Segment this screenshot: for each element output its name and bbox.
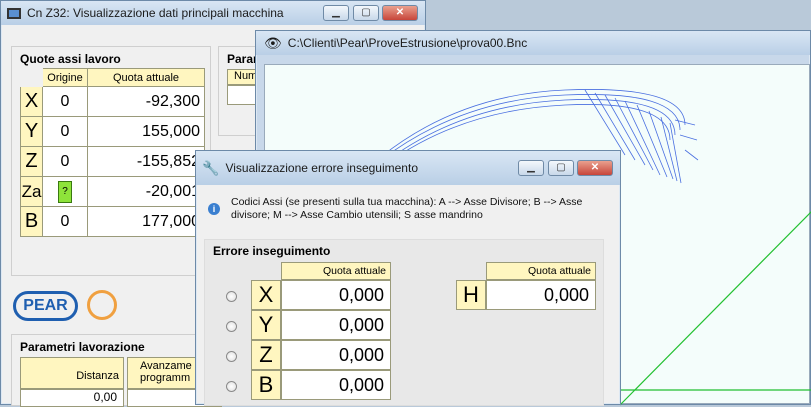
col-origine: Origine — [42, 68, 88, 87]
main-window-title: Cn Z32: Visualizzazione dati principali … — [27, 6, 284, 20]
orange-logo-icon — [87, 290, 117, 320]
origine-value: 0 — [42, 116, 88, 147]
errore-value: 0,000 — [281, 370, 391, 400]
quote-table: Origine Quota attuale X 0 -92,300 Y 0 15… — [20, 68, 205, 237]
close-button[interactable]: ✕ — [382, 5, 418, 21]
errore-window-title: Visualizzazione errore inseguimento — [225, 161, 418, 175]
errore-panel: Errore inseguimento Quota attuale X 0,00… — [204, 239, 604, 406]
quota-value: 177,000 — [87, 206, 205, 237]
axis-x-radio[interactable] — [226, 291, 237, 302]
errore-value: 0,000 — [281, 280, 391, 310]
axis-label: X — [251, 280, 281, 310]
axis-label: Y — [20, 116, 43, 147]
quote-section-title: Quote assi lavoro — [20, 52, 121, 66]
axis-h-value: 0,000 — [486, 280, 596, 310]
errore-value: 0,000 — [281, 310, 391, 340]
errore-window: 🔧 Visualizzazione errore inseguimento ▁ … — [195, 150, 621, 406]
parametri-section-title: Parametri lavorazione — [20, 340, 145, 354]
quota-value: 155,000 — [87, 116, 205, 147]
bnc-window-titlebar[interactable]: 👁 C:\Clienti\Pear\ProveEstrusione\prova0… — [256, 31, 810, 55]
quota-value: -92,300 — [87, 86, 205, 117]
bnc-window-title: C:\Clienti\Pear\ProveEstrusione\prova00.… — [287, 36, 528, 50]
col-quota-attuale: Quota attuale — [281, 262, 391, 280]
wrench-icon: 🔧 — [202, 159, 220, 176]
errore-close-button[interactable]: ✕ — [577, 160, 613, 176]
axis-label: Z — [20, 146, 43, 177]
quota-value: -155,852 — [87, 146, 205, 177]
origine-unknown-button[interactable]: ? — [58, 180, 72, 203]
errore-value: 0,000 — [281, 340, 391, 370]
pear-logo: PEAR — [13, 291, 78, 321]
quota-value: -20,001 — [87, 176, 205, 207]
axis-label: B — [20, 206, 43, 237]
origine-value: 0 — [42, 146, 88, 177]
col-distanza: Distanza — [20, 357, 124, 389]
origine-value: 0 — [42, 206, 88, 237]
h-col-quota-attuale: Quota attuale — [486, 262, 596, 280]
axis-label: B — [251, 370, 281, 400]
axis-label: Y — [251, 310, 281, 340]
axis-label: Z — [251, 340, 281, 370]
monitor-icon — [7, 7, 21, 19]
info-text: Codici Assi (se presenti sulla tua macch… — [231, 196, 583, 221]
axis-label: X — [20, 86, 43, 117]
errore-section-title: Errore inseguimento — [213, 244, 331, 258]
distanza-value: 0,00 — [20, 389, 124, 407]
maximize-button[interactable]: ▢ — [353, 5, 379, 21]
origine-value: 0 — [42, 86, 88, 117]
axis-z-radio[interactable] — [226, 351, 237, 362]
errore-minimize-button[interactable]: ▁ — [518, 160, 544, 176]
eye-icon: 👁 — [264, 34, 282, 51]
parametri-panel: Parametri lavorazione Distanza Avanzame … — [11, 334, 222, 407]
axis-b-radio[interactable] — [226, 381, 237, 392]
axis-h-label: H — [456, 280, 486, 310]
info-icon: i — [208, 203, 220, 215]
quote-panel: Quote assi lavoro Origine Quota attuale … — [11, 46, 211, 276]
axis-label: Za — [20, 176, 43, 207]
errore-maximize-button[interactable]: ▢ — [548, 160, 574, 176]
col-quota-attuale: Quota attuale — [87, 68, 205, 87]
minimize-button[interactable]: ▁ — [323, 5, 349, 21]
axis-y-radio[interactable] — [226, 321, 237, 332]
